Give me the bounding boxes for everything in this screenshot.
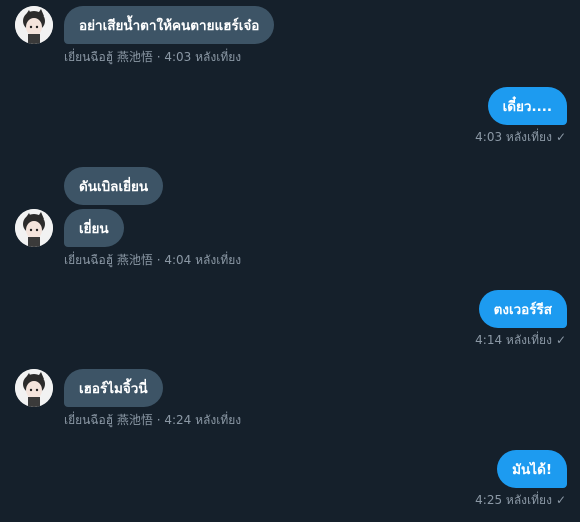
avatar[interactable] <box>15 209 53 247</box>
sender-time: เยี่ยนฉือฮู้ 燕池悟 · 4:24 หลังเที่ยง <box>64 413 242 427</box>
sender-time: เยี่ยนฉือฮู้ 燕池悟 · 4:03 หลังเที่ยง <box>64 50 242 64</box>
avatar-icon <box>15 6 53 44</box>
message-text: เดี๋ยว.... <box>502 99 552 115</box>
sender-time: เยี่ยนฉือฮู้ 燕池悟 · 4:04 หลังเที่ยง <box>64 253 242 267</box>
outgoing-message-bubble[interactable]: มันได้! <box>497 450 567 488</box>
outgoing-message-bubble[interactable]: ตงเวอร์รีส <box>478 290 567 328</box>
avatar[interactable] <box>15 369 53 407</box>
outgoing-message-bubble[interactable]: เดี๋ยว.... <box>487 87 567 125</box>
message-time: 4:14 หลังเที่ยง <box>475 333 552 347</box>
incoming-message-bubble[interactable]: เยี่ยน <box>64 209 124 247</box>
avatar-icon <box>15 209 53 247</box>
message-text: ตงเวอร์รีส <box>493 302 552 318</box>
incoming-message-bubble[interactable]: ดันเบิลเยี่ยน <box>64 167 164 205</box>
message-meta: 4:25 หลังเที่ยง ✓ <box>475 492 566 508</box>
incoming-message-bubble[interactable]: อย่าเสียน้ำตาให้คนตายแฮร์เจ๋อ <box>64 6 275 44</box>
checkmark-icon: ✓ <box>555 333 566 347</box>
incoming-message-bubble[interactable]: เฮอร์ไมจิ้วนี่ <box>64 369 163 407</box>
message-text: ดันเบิลเยี่ยน <box>79 179 149 195</box>
message-text: อย่าเสียน้ำตาให้คนตายแฮร์เจ๋อ <box>79 18 260 34</box>
message-text: มันได้! <box>512 462 552 478</box>
message-meta: เยี่ยนฉือฮู้ 燕池悟 · 4:04 หลังเที่ยง <box>64 252 241 268</box>
message-meta: เยี่ยนฉือฮู้ 燕池悟 · 4:24 หลังเที่ยง <box>64 412 241 428</box>
message-text: เฮอร์ไมจิ้วนี่ <box>79 381 148 397</box>
message-meta: เยี่ยนฉือฮู้ 燕池悟 · 4:03 หลังเที่ยง <box>64 49 241 65</box>
message-meta: 4:03 หลังเที่ยง ✓ <box>475 129 566 145</box>
checkmark-icon: ✓ <box>555 130 566 144</box>
avatar[interactable] <box>15 6 53 44</box>
message-text: เยี่ยน <box>79 221 109 237</box>
avatar-icon <box>15 369 53 407</box>
checkmark-icon: ✓ <box>555 493 566 507</box>
message-time: 4:25 หลังเที่ยง <box>475 493 552 507</box>
message-meta: 4:14 หลังเที่ยง ✓ <box>475 332 566 348</box>
message-time: 4:03 หลังเที่ยง <box>475 130 552 144</box>
